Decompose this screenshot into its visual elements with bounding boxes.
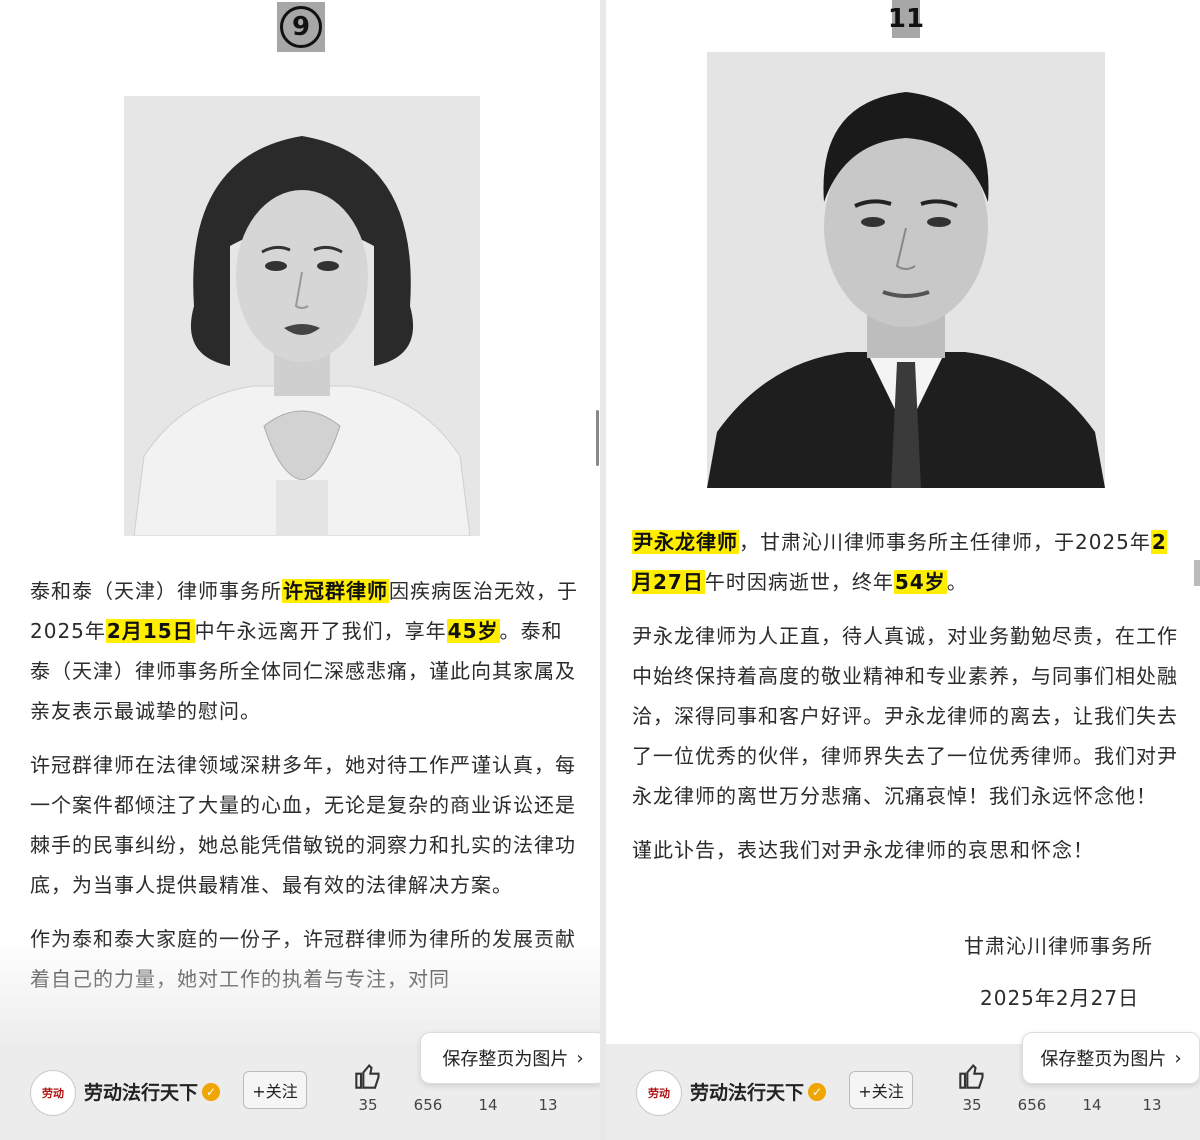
signature-organization: 甘肃沁川律师事务所 [964,934,1153,958]
signature-date: 2025年2月27日 [980,986,1140,1010]
account-logo[interactable]: 劳动 [30,1070,76,1116]
highlight-age: 45岁 [446,619,500,643]
edge-scroll-mark [1194,560,1200,586]
account-name[interactable]: 劳动法行天下 ✓ [84,1078,221,1105]
chevron-right-icon: › [576,1047,584,1069]
left-paragraph-2: 许冠群律师在法律领域深耕多年，她对待工作严谨认真，每一个案件都倾注了大量的心血，… [30,753,576,897]
right-paragraph-3: 谨此讣告，表达我们对尹永龙律师的哀思和怀念！ [632,838,1094,862]
follow-button[interactable]: +关注 [849,1071,913,1109]
follow-button[interactable]: +关注 [243,1071,307,1109]
account-name[interactable]: 劳动法行天下 ✓ [690,1078,827,1105]
highlight-age: 54岁 [893,570,947,594]
right-paragraph-2: 尹永龙律师为人正直，待人真诚，对业务勤勉尽责，在工作中始终保持着高度的敬业精神和… [632,624,1178,808]
fade-overlay [0,935,600,1045]
scrollbar-thumb[interactable] [596,410,599,466]
index-badge-9: 9 [277,2,325,52]
account-logo[interactable]: 劳动 [636,1070,682,1116]
verified-badge-icon: ✓ [202,1082,221,1101]
like-stat[interactable]: 35 [340,1060,396,1114]
left-article-panel: 9 泰和泰（天津）律师事务所许冠群律师因疾病医治无效，于2025年2月15日中午… [0,0,600,1140]
right-article-panel: 11 尹永龙律师，甘肃沁川律师事务所主任律师，于2025年2月27日午时因病逝世… [606,0,1200,1140]
verified-badge-icon: ✓ [808,1082,827,1101]
chevron-right-icon: › [1174,1047,1182,1069]
index-badge-11: 11 [888,0,924,38]
portrait-photo-woman [124,96,480,536]
left-paragraph-1: 泰和泰（天津）律师事务所许冠群律师因疾病医治无效，于2025年2月15日中午永远… [30,579,578,723]
highlight-lawyer-name: 许冠群律师 [282,579,389,603]
highlight-date: 2月15日 [105,619,195,643]
thumbs-up-icon [944,1060,1000,1090]
like-stat[interactable]: 35 [944,1060,1000,1114]
right-article-body: 尹永龙律师，甘肃沁川律师事务所主任律师，于2025年2月27日午时因病逝世，终年… [632,522,1180,884]
thumbs-up-icon [340,1060,396,1090]
right-paragraph-1: 尹永龙律师，甘肃沁川律师事务所主任律师，于2025年2月27日午时因病逝世，终年… [632,530,1167,594]
save-as-image-button[interactable]: 保存整页为图片 › [1022,1032,1200,1084]
portrait-photo-man [707,52,1105,488]
highlight-lawyer-name: 尹永龙律师 [632,530,739,554]
save-as-image-button[interactable]: 保存整页为图片 › [420,1032,600,1084]
